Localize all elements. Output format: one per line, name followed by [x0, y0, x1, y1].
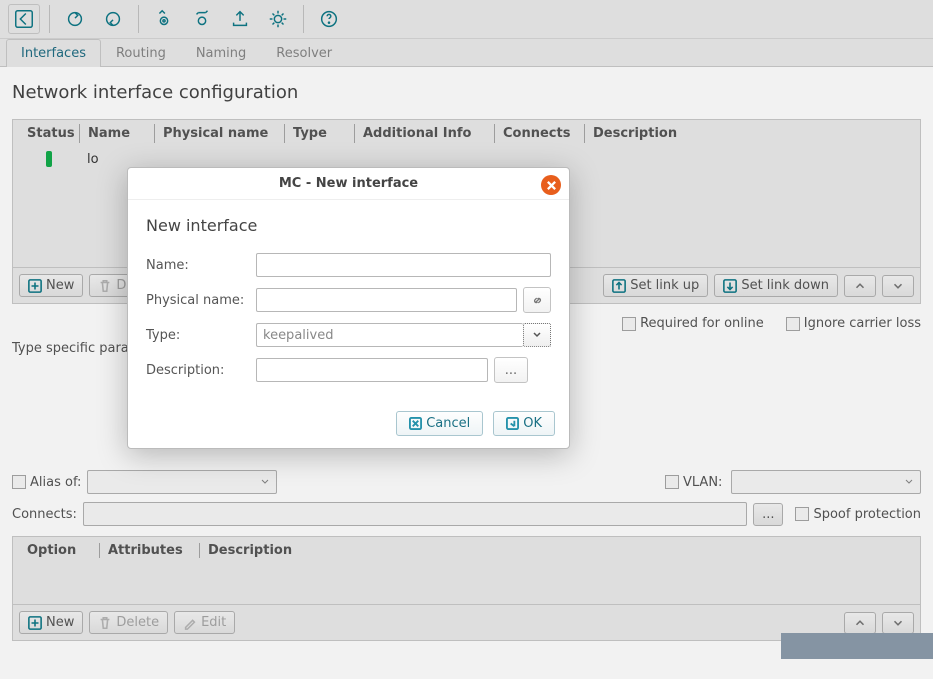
- type-combo-value[interactable]: keepalived: [256, 323, 523, 347]
- cancel-button[interactable]: Cancel: [396, 411, 483, 436]
- description-browse-button[interactable]: ...: [494, 357, 528, 383]
- close-icon[interactable]: [541, 175, 561, 195]
- type-label: Type:: [146, 328, 256, 343]
- name-input[interactable]: [256, 253, 551, 277]
- ok-label: OK: [523, 416, 542, 431]
- modal-title: MC - New interface: [279, 176, 418, 191]
- cancel-label: Cancel: [426, 416, 470, 431]
- ok-button[interactable]: OK: [493, 411, 555, 436]
- physical-name-label: Physical name:: [146, 293, 256, 308]
- description-input[interactable]: [256, 358, 488, 382]
- description-label: Description:: [146, 363, 256, 378]
- chevron-down-icon[interactable]: [523, 323, 551, 347]
- modal-heading: New interface: [146, 216, 551, 235]
- physical-name-input[interactable]: [256, 288, 517, 312]
- link-icon[interactable]: [523, 287, 551, 313]
- name-label: Name:: [146, 258, 256, 273]
- new-interface-dialog: MC - New interface New interface Name: P…: [127, 167, 570, 449]
